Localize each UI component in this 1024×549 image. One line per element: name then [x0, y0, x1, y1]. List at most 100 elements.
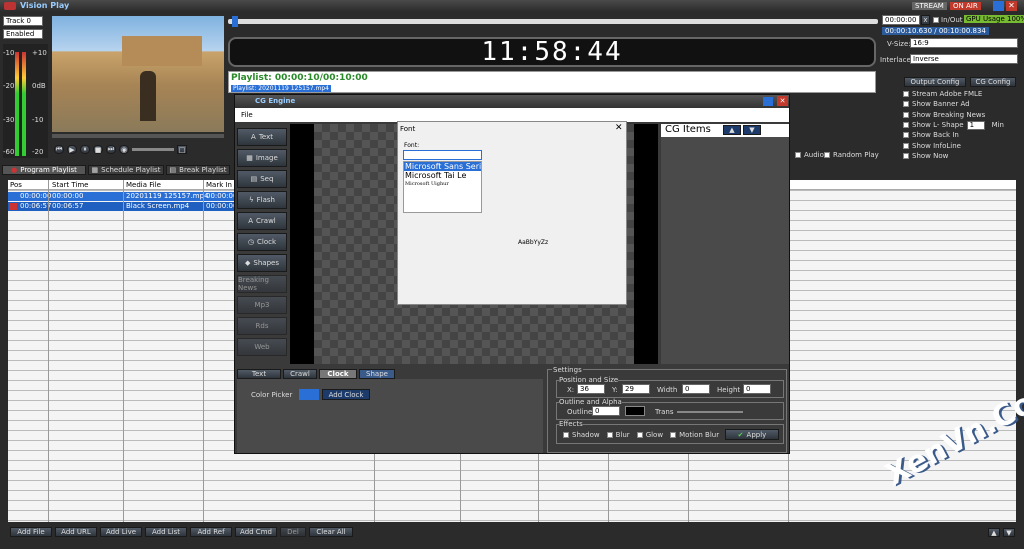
tool-mp3[interactable]: Mp3: [237, 296, 287, 314]
timecode-in[interactable]: 00:00:00: [882, 15, 920, 25]
w-input[interactable]: 0: [682, 384, 710, 394]
tool-text[interactable]: A Text: [237, 128, 287, 146]
timecode-clear-button[interactable]: x: [921, 15, 930, 25]
vsize-select[interactable]: 16:9: [910, 38, 1018, 48]
cg-config-button[interactable]: CG Config: [970, 77, 1016, 87]
app-logo-icon: [4, 2, 16, 10]
table-row[interactable]: 00:06:57 00:06:57 Black Screen.mp4 00:00…: [8, 202, 237, 211]
cg-tab-text[interactable]: Text: [237, 369, 281, 379]
interlace-select[interactable]: Inverse: [910, 54, 1018, 64]
fullscreen-icon[interactable]: □: [177, 145, 187, 154]
font-list-item[interactable]: Microsoft Sans Serif: [404, 162, 481, 171]
lshape-input[interactable]: 1: [966, 120, 985, 130]
outline-color-swatch[interactable]: [625, 406, 645, 416]
preview-seek-bar[interactable]: [52, 134, 224, 138]
add-cmd-button[interactable]: Add Cmd: [235, 527, 277, 537]
tab-program-playlist[interactable]: ● Program Playlist: [2, 165, 86, 175]
tab-schedule-playlist[interactable]: ▦ Schedule Playlist: [88, 165, 164, 175]
clear-all-button[interactable]: Clear All: [309, 527, 353, 537]
move-down-icon[interactable]: ▼: [1003, 528, 1015, 537]
tool-shapes[interactable]: ◆ Shapes: [237, 254, 287, 272]
col-markin: Mark In: [206, 180, 232, 189]
cg-item-up-icon[interactable]: ▲: [723, 125, 741, 135]
audio-check[interactable]: Audio: [795, 151, 824, 159]
stop-icon[interactable]: ■: [93, 145, 103, 154]
color-picker-swatch[interactable]: [299, 389, 319, 400]
check-row[interactable]: Show Now: [903, 151, 1004, 161]
check-box[interactable]: [903, 132, 909, 139]
check-row[interactable]: Show L- Shape 1 Min: [903, 120, 1004, 130]
next-icon[interactable]: ⏭: [106, 145, 116, 154]
blur-checkbox[interactable]: [606, 432, 613, 438]
tool-breaking-news[interactable]: Breaking News: [237, 275, 287, 293]
cg-tab-clock[interactable]: Clock: [319, 369, 357, 379]
check-box[interactable]: [903, 142, 909, 149]
add-file-button[interactable]: Add File: [10, 527, 52, 537]
cg-close-button[interactable]: ✕: [777, 96, 788, 106]
file-menu[interactable]: File: [241, 111, 253, 119]
tool-seq[interactable]: ▤ Seq: [237, 170, 287, 188]
tool-web[interactable]: Web: [237, 338, 287, 356]
tab-break-playlist[interactable]: ▤ Break Playlist: [166, 165, 230, 175]
cg-tab-crawl[interactable]: Crawl: [283, 369, 317, 379]
seek-thumb[interactable]: [232, 16, 238, 27]
del-button[interactable]: Del: [280, 527, 306, 537]
cg-tab-shape[interactable]: Shape: [359, 369, 395, 379]
prev-icon[interactable]: ⏮: [54, 145, 64, 154]
add-live-button[interactable]: Add Live: [100, 527, 142, 537]
check-row[interactable]: Stream Adobe FMLE: [903, 89, 1004, 99]
random-check[interactable]: Random Play: [824, 151, 879, 159]
glow-checkbox[interactable]: [636, 432, 643, 438]
inout-checkbox[interactable]: [933, 17, 939, 23]
x-input[interactable]: 36: [577, 384, 605, 394]
random-checkbox[interactable]: [824, 152, 830, 158]
main-seek-bar[interactable]: [228, 16, 878, 27]
tool-rds[interactable]: Rds: [237, 317, 287, 335]
minimize-button[interactable]: [993, 1, 1004, 11]
add-clock-button[interactable]: Add Clock: [322, 389, 370, 400]
font-dialog-close-icon[interactable]: ✕: [615, 123, 623, 133]
volume-icon[interactable]: ◉: [119, 145, 129, 154]
font-input[interactable]: [403, 150, 482, 160]
check-row[interactable]: Show Banner Ad: [903, 99, 1004, 109]
output-config-button[interactable]: Output Config: [904, 77, 966, 87]
check-box[interactable]: [903, 101, 909, 108]
cg-item-down-icon[interactable]: ▼: [743, 125, 761, 135]
move-up-icon[interactable]: ▲: [988, 528, 1000, 537]
cg-items-panel: CG Items ▲ ▼: [661, 124, 789, 364]
outline-input[interactable]: 0: [592, 406, 620, 416]
pause-icon[interactable]: ⏸: [80, 145, 90, 154]
font-list[interactable]: Microsoft Sans Serif Microsoft Tai Le Mi…: [403, 161, 482, 213]
track-select[interactable]: Track 0: [3, 16, 43, 26]
audio-checkbox[interactable]: [795, 152, 801, 158]
tool-flash[interactable]: ϟ Flash: [237, 191, 287, 209]
tool-image[interactable]: ▦ Image: [237, 149, 287, 167]
check-box[interactable]: [903, 122, 909, 129]
apply-button[interactable]: ✔ Apply: [725, 429, 779, 440]
h-input[interactable]: 0: [743, 384, 771, 394]
trans-slider[interactable]: [677, 411, 743, 413]
motion-blur-checkbox[interactable]: [670, 432, 677, 438]
cg-minimize-button[interactable]: [763, 97, 773, 106]
check-row[interactable]: Show InfoLine: [903, 140, 1004, 150]
close-button[interactable]: ✕: [1006, 1, 1017, 11]
add-url-button[interactable]: Add URL: [55, 527, 97, 537]
volume-slider[interactable]: [132, 148, 174, 151]
enabled-select[interactable]: Enabled: [3, 29, 43, 39]
check-row[interactable]: Show Back In: [903, 130, 1004, 140]
stream-label[interactable]: STREAM: [912, 2, 947, 10]
add-ref-button[interactable]: Add Ref: [190, 527, 232, 537]
tool-clock[interactable]: ◷ Clock: [237, 233, 287, 251]
font-list-item[interactable]: Microsoft Uighur: [404, 180, 481, 188]
font-list-item[interactable]: Microsoft Tai Le: [404, 171, 481, 180]
y-input[interactable]: 29: [622, 384, 650, 394]
check-box[interactable]: [903, 91, 909, 98]
play-icon[interactable]: ▶: [67, 145, 77, 154]
shadow-checkbox[interactable]: [563, 432, 569, 438]
check-box[interactable]: [903, 111, 909, 118]
check-row[interactable]: Show Breaking News: [903, 110, 1004, 120]
table-row[interactable]: 00:00:00 00:00:00 20201119 125157.mp4 00…: [8, 192, 237, 201]
check-box[interactable]: [903, 152, 909, 159]
tool-crawl[interactable]: A Crawl: [237, 212, 287, 230]
add-list-button[interactable]: Add List: [145, 527, 187, 537]
